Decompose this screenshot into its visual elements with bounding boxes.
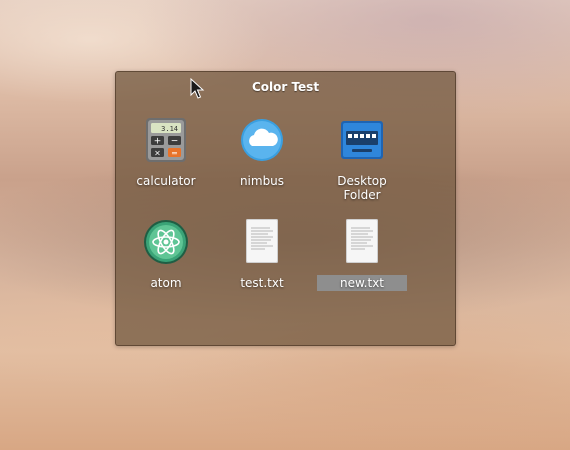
atom-icon <box>142 218 190 266</box>
text-file-icon <box>338 218 386 266</box>
item-label-selected[interactable]: new.txt <box>317 275 407 291</box>
desktop-item-atom[interactable]: atom <box>116 218 216 291</box>
svg-text:−: − <box>171 137 179 147</box>
svg-text:=: = <box>171 149 178 158</box>
item-label: nimbus <box>239 174 285 188</box>
calculator-icon: 3.14 + − × = <box>142 116 190 164</box>
folder-window[interactable]: Color Test 3.14 + − × = calculator nimbu… <box>115 71 456 346</box>
item-label: test.txt <box>240 276 284 290</box>
cloud-icon <box>238 116 286 164</box>
svg-text:+: + <box>154 137 162 147</box>
item-label: Desktop Folder <box>337 174 387 202</box>
desktop-item-test-txt[interactable]: test.txt <box>212 218 312 291</box>
desktop-item-new-txt[interactable]: new.txt <box>312 218 412 291</box>
mouse-pointer-icon <box>190 78 205 99</box>
item-label: atom <box>150 276 182 290</box>
desktop-folder-icon <box>338 116 386 164</box>
window-title: Color Test <box>251 80 320 94</box>
desktop-item-nimbus[interactable]: nimbus <box>212 116 312 189</box>
desktop-item-desktop-folder[interactable]: Desktop Folder <box>312 116 412 203</box>
text-file-icon <box>238 218 286 266</box>
calculator-display: 3.14 <box>161 125 178 133</box>
desktop-item-calculator[interactable]: 3.14 + − × = calculator <box>116 116 216 189</box>
svg-text:×: × <box>154 149 161 158</box>
item-label: calculator <box>136 174 196 188</box>
